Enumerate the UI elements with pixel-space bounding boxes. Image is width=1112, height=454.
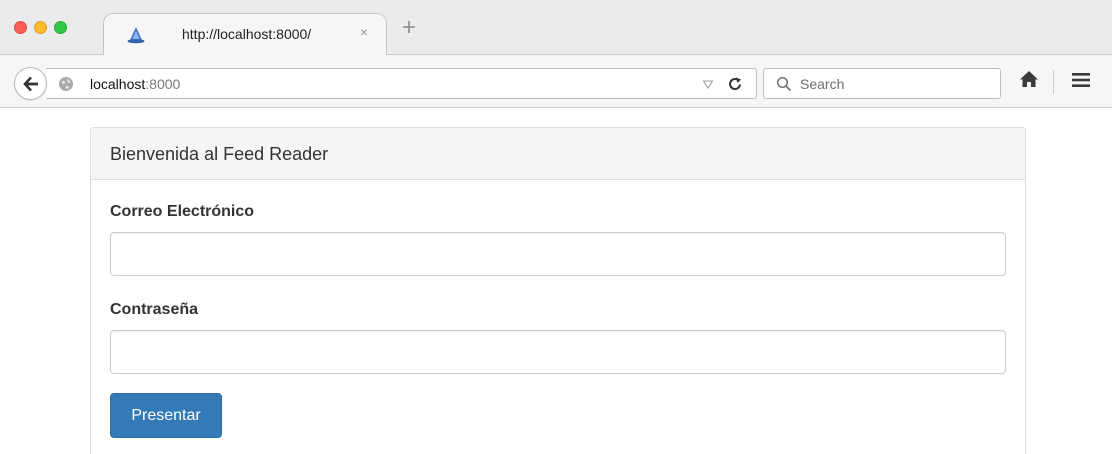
close-window-button[interactable] — [14, 21, 27, 34]
tab-title: http://localhost:8000/ — [182, 26, 312, 42]
search-placeholder: Search — [800, 76, 845, 92]
tab-localhost[interactable]: http://localhost:8000/ × — [103, 13, 387, 56]
url-bar[interactable]: localhost:8000 — [46, 68, 757, 99]
email-field[interactable] — [110, 232, 1006, 276]
password-field[interactable] — [110, 330, 1006, 374]
tab-strip: http://localhost:8000/ × — [0, 0, 1112, 56]
back-button[interactable] — [14, 67, 47, 100]
password-label: Contraseña — [110, 301, 199, 318]
panel-title: Bienvenida al Feed Reader — [110, 144, 329, 164]
login-panel: Bienvenida al Feed Reader Correo Electró… — [90, 127, 1026, 454]
zoom-window-button[interactable] — [54, 21, 67, 34]
search-bar[interactable]: Search — [763, 68, 1001, 99]
toolbar-divider — [1053, 70, 1054, 94]
back-arrow-icon — [23, 76, 38, 92]
url-port: :8000 — [145, 76, 181, 92]
reload-icon[interactable] — [727, 76, 743, 92]
panel-heading: Bienvenida al Feed Reader — [91, 128, 1025, 180]
home-icon[interactable] — [1017, 67, 1041, 91]
hamburger-menu-icon[interactable] — [1070, 69, 1092, 91]
magnifier-icon — [776, 76, 792, 92]
globe-icon[interactable] — [58, 76, 74, 92]
minimize-window-button[interactable] — [34, 21, 47, 34]
navigation-toolbar: localhost:8000 Search — [0, 55, 1112, 108]
email-label: Correo Electrónico — [110, 203, 255, 220]
firefox-logo-icon — [127, 27, 145, 44]
url-host: localhost — [90, 76, 146, 92]
submit-button[interactable]: Presentar — [110, 393, 222, 438]
url-text[interactable]: localhost:8000 — [90, 76, 180, 92]
plus-icon[interactable] — [401, 19, 417, 35]
browser-window: http://localhost:8000/ × localhost:8000 — [0, 0, 1112, 454]
triangle-down-icon[interactable] — [702, 78, 714, 90]
tab-close-icon[interactable]: × — [360, 24, 368, 40]
